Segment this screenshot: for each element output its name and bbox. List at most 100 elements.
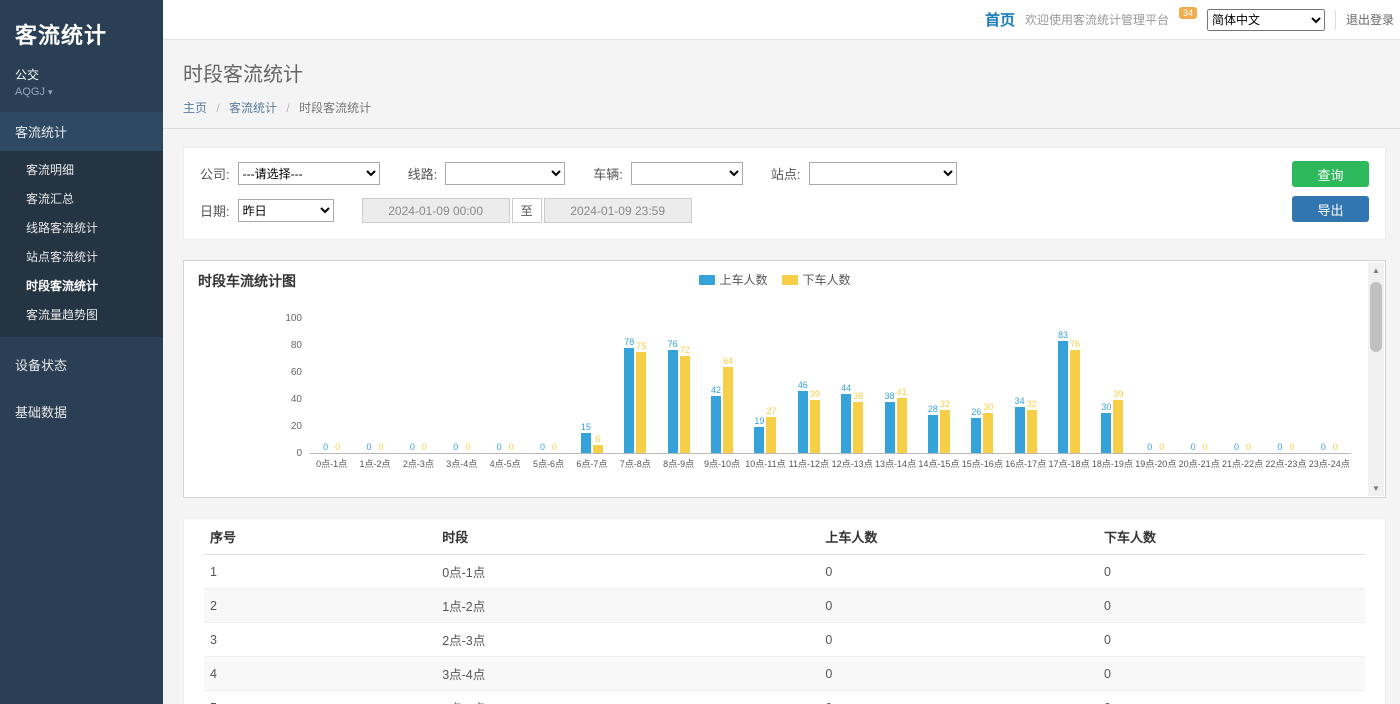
bar-group: 3039	[1091, 319, 1134, 453]
breadcrumb-section[interactable]: 客流统计	[229, 101, 277, 115]
legend-swatch	[782, 275, 798, 285]
sidebar-item-passenger-stats[interactable]: 客流统计	[0, 112, 163, 151]
bar-group: 7875	[614, 319, 657, 453]
export-button[interactable]: 导出	[1292, 196, 1369, 222]
breadcrumb-home[interactable]: 主页	[183, 101, 207, 115]
station-label: 站点:	[771, 164, 801, 183]
bar-group: 00	[527, 319, 570, 453]
scrollbar-thumb[interactable]	[1370, 282, 1382, 352]
bar	[723, 367, 733, 453]
query-button[interactable]: 查询	[1292, 161, 1369, 187]
bar	[1027, 410, 1037, 453]
chart-scrollbar: ▲ ▼	[1368, 262, 1384, 496]
bar	[636, 352, 646, 453]
scroll-down-icon[interactable]: ▼	[1368, 480, 1384, 496]
bar-group: 00	[440, 319, 483, 453]
date-to-label: 至	[512, 198, 542, 223]
breadcrumb: 主页 / 客流统计 / 时段客流统计	[183, 99, 1380, 116]
sidebar-nav: 客流统计 客流明细客流汇总线路客流统计站点客流统计时段客流统计客流量趋势图 设备…	[0, 112, 163, 431]
date-end-input[interactable]	[544, 198, 692, 223]
table-row: 54点-5点00	[204, 691, 1365, 704]
home-link[interactable]: 首页	[985, 9, 1015, 30]
bar-group: 2630	[961, 319, 1004, 453]
company-select[interactable]: ---请选择---	[238, 162, 380, 185]
bar	[581, 433, 591, 453]
bar	[766, 417, 776, 453]
org-selector[interactable]: AQGJ▾	[0, 83, 163, 112]
sidebar-subitem[interactable]: 客流量趋势图	[0, 300, 163, 329]
bar-group: 156	[570, 319, 613, 453]
table-panel: 序号时段上车人数下车人数 10点-1点0021点-2点0032点-3点0043点…	[183, 518, 1386, 704]
bar	[754, 427, 764, 453]
bar	[971, 418, 981, 453]
company-label: 公司:	[200, 164, 230, 183]
bar-group: 2832	[917, 319, 960, 453]
bar-group: 00	[1178, 319, 1221, 453]
bar-group: 8376	[1047, 319, 1090, 453]
bar-group: 3841	[874, 319, 917, 453]
sidebar-item-base-data[interactable]: 基础数据	[0, 392, 163, 431]
legend-swatch	[698, 275, 714, 285]
bar	[928, 415, 938, 453]
bar-group: 4639	[787, 319, 830, 453]
sidebar-subitem[interactable]: 时段客流统计	[0, 271, 163, 300]
bar	[798, 391, 808, 453]
bar	[711, 396, 721, 453]
bar-group: 4264	[700, 319, 743, 453]
legend-item[interactable]: 下车人数	[782, 271, 851, 288]
bar	[593, 445, 603, 453]
bar	[668, 350, 678, 453]
bar	[1113, 400, 1123, 453]
table-row: 43点-4点00	[204, 657, 1365, 691]
chart-plot: 0000000000001567875767242641927463944383…	[310, 319, 1351, 454]
divider	[1335, 10, 1336, 30]
breadcrumb-current: 时段客流统计	[299, 101, 371, 115]
chart-yaxis: 020406080100	[274, 319, 310, 454]
language-select[interactable]: 简体中文	[1207, 9, 1325, 31]
chart-legend: 上车人数下车人数	[698, 271, 850, 288]
bar-group: 1927	[744, 319, 787, 453]
bar-group: 00	[1134, 319, 1177, 453]
bar-group: 00	[310, 319, 353, 453]
bar	[940, 410, 950, 453]
bar	[853, 402, 863, 453]
logout-link[interactable]: 退出登录	[1346, 11, 1394, 28]
table-row: 21点-2点00	[204, 589, 1365, 623]
scrollbar-track[interactable]	[1368, 278, 1384, 480]
sidebar-subitem[interactable]: 客流明细	[0, 155, 163, 184]
vehicle-select[interactable]	[631, 162, 743, 185]
welcome-text: 欢迎使用客流统计管理平台	[1025, 11, 1169, 28]
sidebar: 客流统计 公交 AQGJ▾ 客流统计 客流明细客流汇总线路客流统计站点客流统计时…	[0, 0, 163, 704]
sidebar-item-device-status[interactable]: 设备状态	[0, 345, 163, 384]
bar-group: 00	[397, 319, 440, 453]
date-start-input[interactable]	[362, 198, 510, 223]
sidebar-subitem[interactable]: 线路客流统计	[0, 213, 163, 242]
bar-group: 00	[353, 319, 396, 453]
app-root: 客流统计 公交 AQGJ▾ 客流统计 客流明细客流汇总线路客流统计站点客流统计时…	[0, 0, 1400, 704]
bar-group: 4438	[831, 319, 874, 453]
bar	[624, 348, 634, 453]
chevron-down-icon: ▾	[48, 87, 53, 97]
scroll-up-icon[interactable]: ▲	[1368, 262, 1384, 278]
chart-title: 时段车流统计图	[198, 273, 296, 289]
date-preset-select[interactable]: 昨日	[238, 199, 334, 222]
topbar: 首页 欢迎使用客流统计管理平台 34 简体中文 退出登录	[163, 0, 1400, 40]
sidebar-subitem[interactable]: 客流汇总	[0, 184, 163, 213]
legend-item[interactable]: 上车人数	[698, 271, 767, 288]
table-row: 10点-1点00	[204, 555, 1365, 589]
bar	[897, 398, 907, 453]
vehicle-label: 车辆:	[593, 164, 623, 183]
app-brand: 客流统计	[0, 0, 163, 54]
sidebar-submenu: 客流明细客流汇总线路客流统计站点客流统计时段客流统计客流量趋势图	[0, 151, 163, 337]
line-select[interactable]	[445, 162, 565, 185]
hourly-table: 序号时段上车人数下车人数 10点-1点0021点-2点0032点-3点0043点…	[204, 519, 1365, 704]
bar	[841, 394, 851, 453]
table-header-cell: 上车人数	[819, 519, 1098, 555]
bar-group: 3432	[1004, 319, 1047, 453]
date-label: 日期:	[200, 201, 230, 220]
station-select[interactable]	[809, 162, 957, 185]
page-head: 时段客流统计 主页 / 客流统计 / 时段客流统计	[163, 40, 1400, 129]
sidebar-subitem[interactable]: 站点客流统计	[0, 242, 163, 271]
bar-group: 7672	[657, 319, 700, 453]
bar	[680, 356, 690, 453]
